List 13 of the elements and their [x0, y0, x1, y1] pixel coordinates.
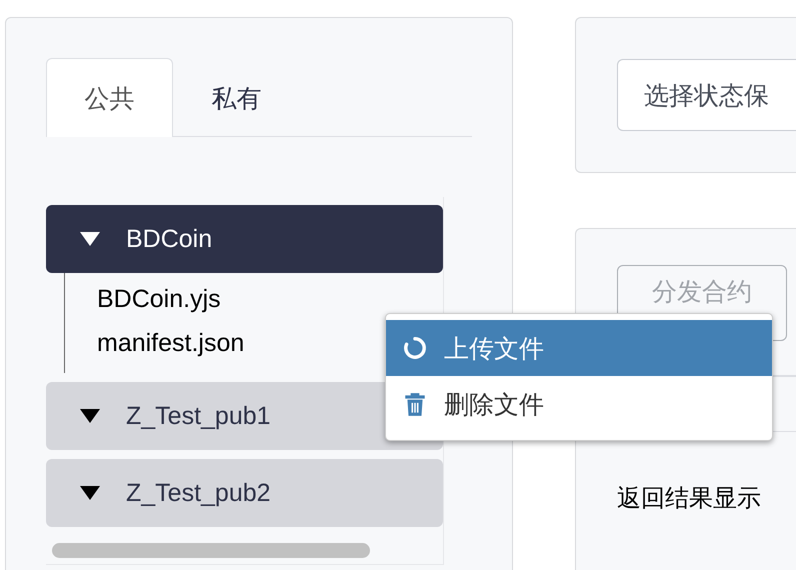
state-select[interactable]: 选择状态保 — [617, 59, 796, 131]
result-label: 返回结果显示 — [617, 484, 762, 514]
folder-row[interactable]: BDCoin — [46, 205, 443, 273]
tab[interactable]: 公共 — [46, 58, 173, 137]
caret-icon — [80, 486, 100, 500]
menu-item[interactable]: 上传文件 — [386, 320, 772, 376]
caret-icon — [80, 409, 100, 423]
folder-row[interactable]: Z_Test_pub2 — [46, 459, 443, 527]
file-item[interactable]: BDCoin.yjs — [97, 277, 443, 321]
caret-icon — [80, 232, 100, 246]
scrollbar-thumb[interactable] — [52, 542, 370, 558]
tab[interactable]: 私有 — [173, 58, 300, 137]
refresh-icon — [402, 335, 428, 361]
